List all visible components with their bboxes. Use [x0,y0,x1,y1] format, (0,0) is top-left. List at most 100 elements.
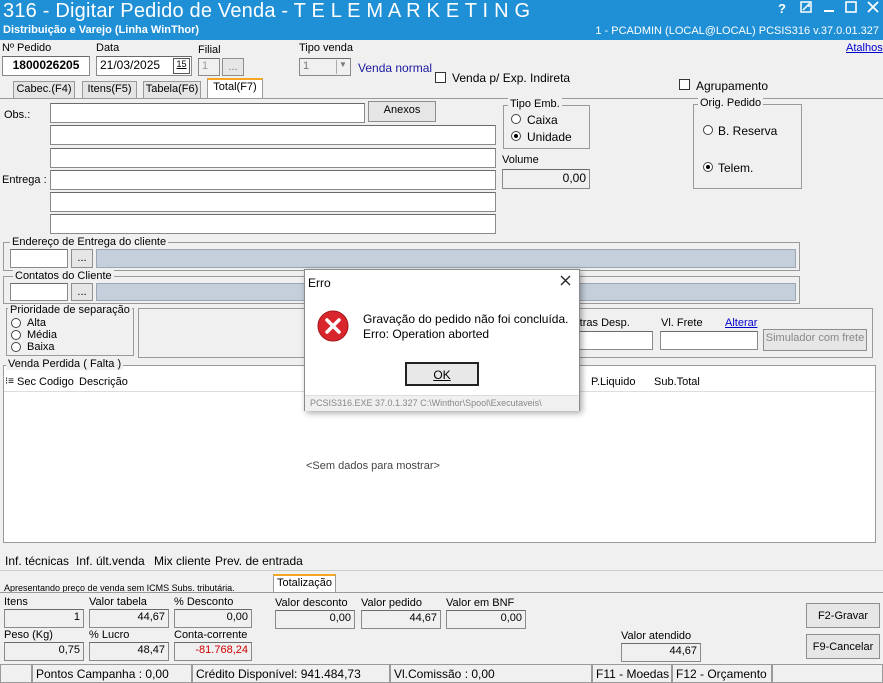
grid-empty-message: <Sem dados para mostrar> [306,460,440,472]
radio-media[interactable] [11,330,21,340]
pct-lucro-field: 48,47 [89,642,169,661]
entrega-line-3[interactable] [50,214,496,234]
volume-field[interactable]: 0,00 [502,169,590,189]
totals-tab-divider [0,592,883,593]
tipo-venda-value: 1 [303,60,310,72]
radio-telem[interactable] [703,162,713,172]
radio-caixa-label: Caixa [527,113,558,127]
alterar-frete-link[interactable]: Alterar [725,317,757,329]
minimize-icon[interactable] [823,1,835,16]
endereco-title: Endereço de Entrega do cliente [10,236,169,248]
vl-frete-field[interactable] [660,331,758,350]
grid-col-subtotal[interactable]: Sub.Total [654,376,700,388]
orig-pedido-title: Orig. Pedido [698,97,764,109]
entrega-label: Entrega : [2,174,47,186]
radio-caixa[interactable] [511,114,521,124]
filial-field[interactable]: 1 [198,58,220,76]
valor-desconto-label: Valor desconto [275,597,348,609]
grid-col-descricao[interactable]: Descrição [79,376,128,388]
calendar-icon[interactable]: 15 [173,58,190,74]
mix-cliente-link[interactable]: Mix cliente [154,554,211,568]
obs-line-2[interactable] [50,125,496,145]
radio-media-label: Média [27,329,57,341]
filial-lookup-button[interactable]: ... [222,58,244,76]
pedido-number-field[interactable]: 1800026205 [2,56,90,76]
obs-line-3[interactable] [50,148,496,168]
agrupamento-checkbox[interactable] [679,79,690,90]
valor-tabela-label: Valor tabela [89,596,147,608]
obs-line-1[interactable] [50,103,365,123]
venda-perdida-title: Venda Perdida ( Falta ) [6,358,124,370]
valor-tabela-field: 44,67 [89,609,169,628]
help-icon[interactable]: ? [778,1,786,16]
gravar-button[interactable]: F2-Gravar [806,603,880,628]
tab-itens[interactable]: Itens(F5) [82,81,137,98]
valor-atendido-label: Valor atendido [621,630,692,642]
endereco-lookup-button[interactable]: ... [71,249,93,268]
volume-label: Volume [502,154,539,166]
tipo-venda-description: Venda normal [358,61,433,75]
data-value: 21/03/2025 [100,58,161,72]
grid-col-pliquido[interactable]: P.Liquido [591,376,635,388]
tab-total[interactable]: Total(F7) [207,78,263,98]
prev-entrada-link[interactable]: Prev. de entrada [215,554,303,568]
radio-alta[interactable] [11,318,21,328]
edit-icon[interactable] [800,1,812,16]
dialog-footer: PCSIS316.EXE 37.0.1.327 C:\Winthor\Spool… [305,395,579,411]
status-extra [772,664,883,683]
dialog-title: Erro [308,276,331,290]
data-label: Data [96,42,120,54]
dialog-close-icon[interactable] [560,273,571,290]
grid-settings-icon[interactable]: ⁝≡ [5,376,14,387]
simulador-frete-button[interactable]: Simulador com frete [763,329,867,351]
status-comissao: Vl.Comissão : 0,00 [390,664,592,683]
anexos-button[interactable]: Anexos [368,101,436,122]
exp-indireta-checkbox[interactable] [435,72,446,83]
valor-bnf-field: 0,00 [446,610,526,629]
status-pontos: Pontos Campanha : 0,00 [32,664,192,683]
tab-cabec[interactable]: Cabec.(F4) [13,81,75,98]
grid-col-codigo[interactable]: Codigo [39,376,74,388]
valor-desconto-field: 0,00 [275,610,355,629]
status-blank [0,664,32,683]
dialog-ok-button[interactable]: OK [405,362,479,386]
close-icon[interactable] [867,1,879,16]
entrega-line-2[interactable] [50,192,496,212]
radio-b-reserva-label: B. Reserva [718,124,778,138]
orig-pedido-group [693,104,802,189]
status-moedas[interactable]: F11 - Moedas [592,664,672,683]
radio-telem-label: Telem. [718,161,754,175]
radio-baixa[interactable] [11,342,21,352]
contatos-lookup-button[interactable]: ... [71,283,93,301]
pct-desconto-label: % Desconto [174,596,234,608]
atalhos-link[interactable]: Atalhos [846,42,883,54]
valor-atendido-field: 44,67 [621,643,701,662]
endereco-description [96,249,796,268]
radio-unidade[interactable] [511,131,521,141]
prioridade-title: Prioridade de separação [8,304,132,316]
tab-totalizacao[interactable]: Totalização [273,574,336,593]
contatos-code-field[interactable] [10,283,68,301]
tipo-venda-label: Tipo venda [299,42,354,54]
endereco-code-field[interactable] [10,249,68,268]
session-info: 1 - PCADMIN (LOCAL@LOCAL) PCSIS316 v.37.… [595,25,879,37]
tab-tabela[interactable]: Tabela(F6) [143,81,201,98]
dialog-message-line-1: Gravação do pedido não foi concluída. [363,312,569,326]
cancelar-button[interactable]: F9-Cancelar [806,634,880,659]
tipo-emb-title: Tipo Emb. [508,98,562,110]
tipo-venda-select[interactable]: 1 ▼ [299,58,351,76]
radio-b-reserva[interactable] [703,125,713,135]
pct-lucro-label: % Lucro [89,629,130,641]
chevron-down-icon[interactable]: ▼ [336,60,349,74]
maximize-icon[interactable] [845,1,857,16]
radio-alta-label: Alta [27,317,46,329]
window-title: 316 - Digitar Pedido de Venda - T E L E … [3,0,531,22]
inf-ult-venda-link[interactable]: Inf. últ.venda [76,554,145,568]
peso-label: Peso (Kg) [4,629,53,641]
pct-desconto-field: 0,00 [174,609,252,628]
valor-pedido-field: 44,67 [361,610,441,629]
inf-tecnicas-link[interactable]: Inf. técnicas [5,554,69,568]
grid-col-sec[interactable]: Sec [17,376,36,388]
entrega-line-1[interactable] [50,170,496,190]
status-orcamento[interactable]: F12 - Orçamento [672,664,772,683]
